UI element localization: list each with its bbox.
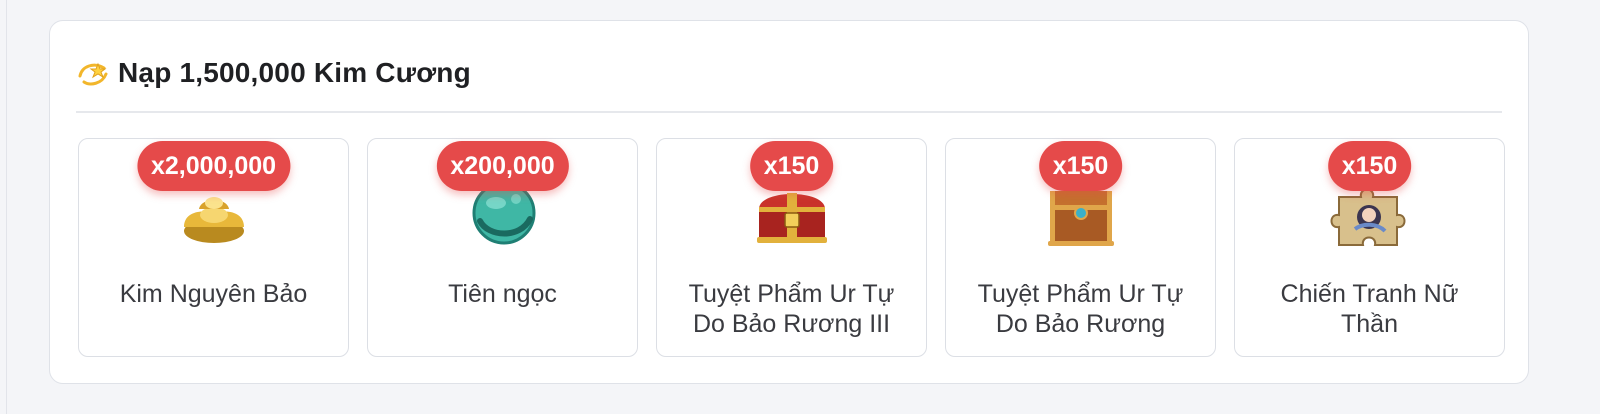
item-label: Tuyệt Phẩm Ur Tự Do Bảo Rương [977, 280, 1184, 338]
reward-card-chien-tranh-nu-than[interactable]: x150 Chiến Tranh Nữ Thần [1234, 138, 1505, 357]
dizzy-star-icon [76, 56, 110, 90]
panel-title: Nạp 1,500,000 Kim Cương [118, 57, 471, 88]
item-label: Chiến Tranh Nữ Thần [1280, 280, 1459, 338]
reward-card-kim-nguyen-bao[interactable]: x2,000,000 Kim Nguyên Bảo [78, 138, 349, 357]
quantity-badge: x150 [1038, 141, 1123, 191]
page-frame: Nạp 1,500,000 Kim Cương x2,000,000 Kim N… [6, 0, 1600, 414]
item-label: Kim Nguyên Bảo [119, 280, 308, 308]
quantity-badge: x2,000,000 [136, 141, 291, 191]
reward-grid: x2,000,000 Kim Nguyên Bảo x200,000 Tiên … [78, 138, 1505, 357]
header-divider [76, 111, 1502, 113]
reward-card-tien-ngoc[interactable]: x200,000 Tiên ngọc [367, 138, 638, 357]
reward-panel: Nạp 1,500,000 Kim Cương x2,000,000 Kim N… [49, 20, 1529, 384]
quantity-badge: x150 [749, 141, 834, 191]
quantity-badge: x150 [1327, 141, 1412, 191]
item-label: Tuyệt Phẩm Ur Tự Do Bảo Rương III [688, 280, 895, 338]
panel-header: Nạp 1,500,000 Kim Cương [76, 53, 471, 93]
reward-card-tuyet-pham-ur[interactable]: x150 Tuyệt Phẩm Ur Tự Do Bảo Rương [945, 138, 1216, 357]
quantity-badge: x200,000 [436, 141, 569, 191]
item-label: Tiên ngọc [448, 280, 557, 308]
reward-card-tuyet-pham-ur-iii[interactable]: x150 Tuyệt Phẩm Ur Tự Do Bảo Rương III [656, 138, 927, 357]
